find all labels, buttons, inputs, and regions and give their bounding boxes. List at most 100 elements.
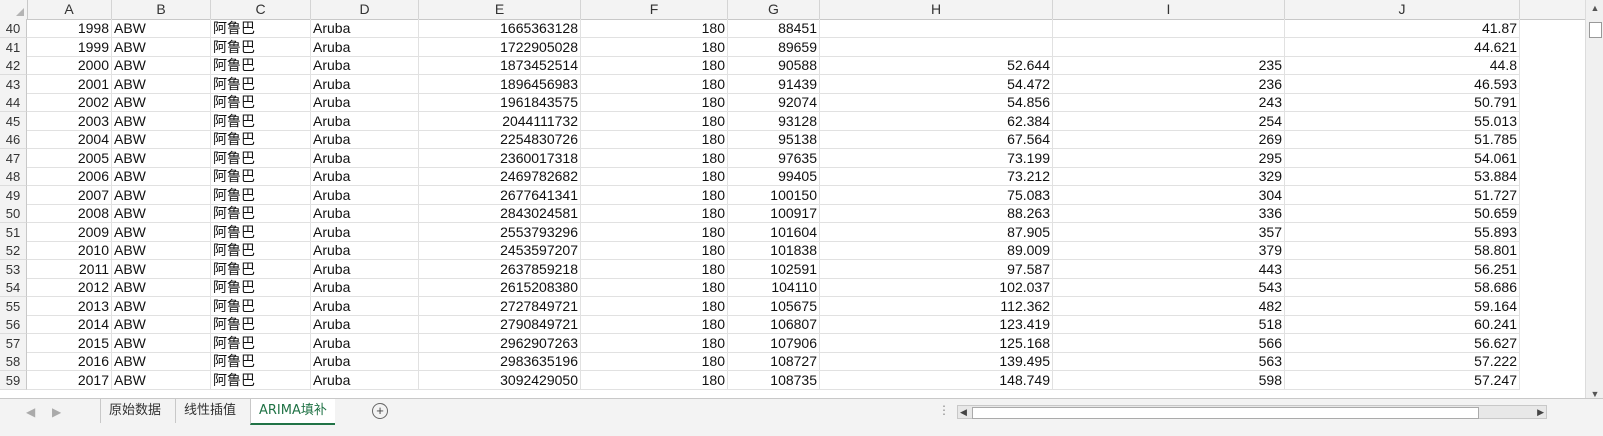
cell-b[interactable]: ABW	[112, 167, 211, 186]
cell-h[interactable]: 87.905	[820, 222, 1053, 242]
cell-b[interactable]: ABW	[112, 56, 211, 75]
cell-i[interactable]: 379	[1053, 241, 1285, 260]
cell-b[interactable]: ABW	[112, 315, 211, 334]
cell-j[interactable]: 51.727	[1285, 185, 1520, 205]
cell-b[interactable]: ABW	[112, 37, 211, 57]
cell-a[interactable]: 2008	[27, 204, 112, 223]
vertical-scrollbar[interactable]: ▲ ▼	[1585, 0, 1603, 408]
cell-e[interactable]: 1665363128	[419, 19, 581, 38]
cell-e[interactable]: 2615208380	[419, 278, 581, 297]
cell-i[interactable]: 329	[1053, 167, 1285, 186]
cell-h[interactable]: 139.495	[820, 352, 1053, 371]
cell-c[interactable]: 阿鲁巴	[211, 278, 311, 297]
cell-g[interactable]: 101838	[728, 241, 820, 260]
cell-d[interactable]: Aruba	[311, 185, 419, 205]
cell-i[interactable]: 254	[1053, 111, 1285, 131]
cell-e[interactable]: 2453597207	[419, 241, 581, 260]
cell-a[interactable]: 2004	[27, 130, 112, 149]
row-number[interactable]: 59	[0, 370, 27, 390]
cell-a[interactable]: 2003	[27, 111, 112, 131]
cell-a[interactable]: 2016	[27, 352, 112, 371]
cell-h[interactable]: 123.419	[820, 315, 1053, 334]
cell-a[interactable]: 2006	[27, 167, 112, 186]
splitter-handle-icon[interactable]: ⋮	[938, 403, 950, 417]
prev-sheet-icon[interactable]: ◀	[26, 405, 35, 419]
horizontal-scroll-thumb[interactable]	[972, 407, 1479, 419]
cell-h[interactable]: 73.199	[820, 148, 1053, 168]
cell-i[interactable]	[1053, 19, 1285, 38]
cell-j[interactable]: 51.785	[1285, 130, 1520, 149]
cell-f[interactable]: 180	[581, 315, 728, 334]
row-number[interactable]: 49	[0, 185, 27, 205]
cell-a[interactable]: 2017	[27, 370, 112, 390]
cell-c[interactable]: 阿鲁巴	[211, 204, 311, 223]
cell-g[interactable]: 97635	[728, 148, 820, 168]
cell-d[interactable]: Aruba	[311, 148, 419, 168]
cell-g[interactable]: 100150	[728, 185, 820, 205]
cell-i[interactable]: 295	[1053, 148, 1285, 168]
plus-circle-icon[interactable]: +	[372, 403, 388, 419]
cell-a[interactable]: 2011	[27, 259, 112, 279]
cell-g[interactable]: 93128	[728, 111, 820, 131]
cell-f[interactable]: 180	[581, 37, 728, 57]
cell-d[interactable]: Aruba	[311, 315, 419, 334]
cell-g[interactable]: 95138	[728, 130, 820, 149]
cell-j[interactable]: 56.627	[1285, 333, 1520, 353]
cell-c[interactable]: 阿鲁巴	[211, 130, 311, 149]
row-number[interactable]: 53	[0, 259, 27, 279]
column-header-j[interactable]: J	[1285, 0, 1520, 19]
cell-b[interactable]: ABW	[112, 148, 211, 168]
cell-a[interactable]: 2013	[27, 296, 112, 316]
cell-f[interactable]: 180	[581, 241, 728, 260]
cell-c[interactable]: 阿鲁巴	[211, 333, 311, 353]
cell-f[interactable]: 180	[581, 111, 728, 131]
cell-g[interactable]: 106807	[728, 315, 820, 334]
cell-d[interactable]: Aruba	[311, 296, 419, 316]
cell-j[interactable]: 59.164	[1285, 296, 1520, 316]
cell-f[interactable]: 180	[581, 185, 728, 205]
cell-d[interactable]: Aruba	[311, 93, 419, 112]
cell-h[interactable]: 125.168	[820, 333, 1053, 353]
cell-g[interactable]: 92074	[728, 93, 820, 112]
cell-b[interactable]: ABW	[112, 241, 211, 260]
cell-c[interactable]: 阿鲁巴	[211, 56, 311, 75]
cell-i[interactable]: 243	[1053, 93, 1285, 112]
cell-c[interactable]: 阿鲁巴	[211, 352, 311, 371]
cell-e[interactable]: 2843024581	[419, 204, 581, 223]
cell-a[interactable]: 2010	[27, 241, 112, 260]
cell-e[interactable]: 2254830726	[419, 130, 581, 149]
cell-a[interactable]: 2000	[27, 56, 112, 75]
cell-f[interactable]: 180	[581, 19, 728, 38]
cell-j[interactable]: 54.061	[1285, 148, 1520, 168]
cell-i[interactable]: 563	[1053, 352, 1285, 371]
cell-d[interactable]: Aruba	[311, 370, 419, 390]
cell-b[interactable]: ABW	[112, 352, 211, 371]
cell-e[interactable]: 2637859218	[419, 259, 581, 279]
cell-c[interactable]: 阿鲁巴	[211, 315, 311, 334]
column-header-i[interactable]: I	[1053, 0, 1285, 19]
cell-g[interactable]: 108727	[728, 352, 820, 371]
column-header-h[interactable]: H	[820, 0, 1053, 19]
cell-d[interactable]: Aruba	[311, 278, 419, 297]
cell-b[interactable]: ABW	[112, 296, 211, 316]
cell-b[interactable]: ABW	[112, 185, 211, 205]
cell-f[interactable]: 180	[581, 352, 728, 371]
row-number[interactable]: 58	[0, 352, 27, 371]
cell-h[interactable]: 112.362	[820, 296, 1053, 316]
column-header-c[interactable]: C	[211, 0, 311, 19]
row-number[interactable]: 55	[0, 296, 27, 316]
horizontal-scrollbar[interactable]: ◀ ▶	[957, 405, 1547, 419]
cell-f[interactable]: 180	[581, 204, 728, 223]
cell-i[interactable]: 482	[1053, 296, 1285, 316]
cell-a[interactable]: 1999	[27, 37, 112, 57]
cell-d[interactable]: Aruba	[311, 333, 419, 353]
cell-i[interactable]: 236	[1053, 74, 1285, 94]
next-sheet-icon[interactable]: ▶	[52, 405, 61, 419]
cell-e[interactable]: 1896456983	[419, 74, 581, 94]
cell-c[interactable]: 阿鲁巴	[211, 222, 311, 242]
cell-a[interactable]: 2002	[27, 93, 112, 112]
column-header-b[interactable]: B	[112, 0, 211, 19]
cell-h[interactable]: 89.009	[820, 241, 1053, 260]
row-number[interactable]: 47	[0, 148, 27, 168]
row-number[interactable]: 42	[0, 56, 27, 75]
